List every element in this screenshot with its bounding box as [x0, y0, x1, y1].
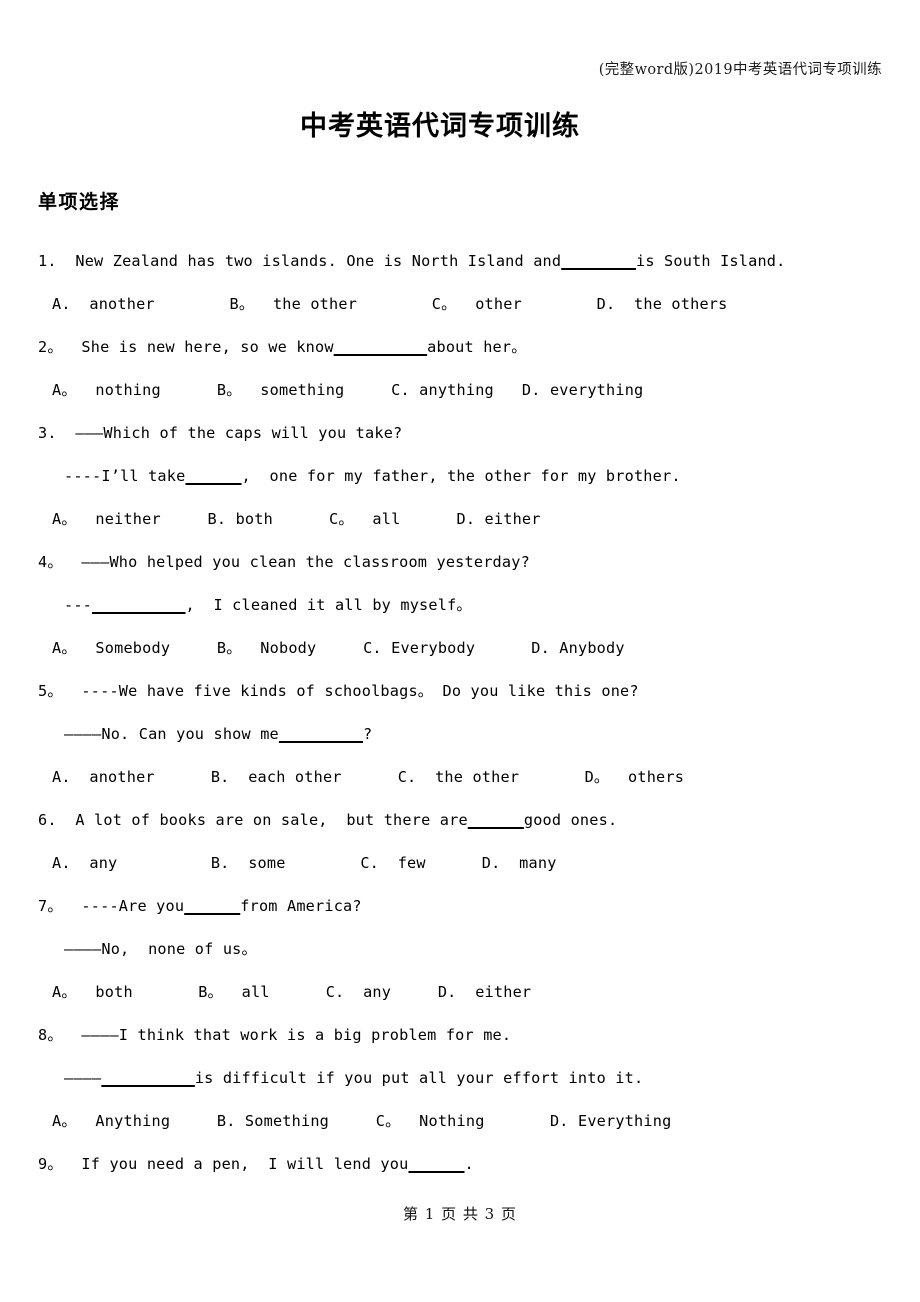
question-options[interactable]: A。 both B。 all C. any D. either	[38, 971, 882, 1014]
document-page: (完整word版)2019中考英语代词专项训练 中考英语代词专项训练 单项选择 …	[0, 0, 920, 1302]
question-stem-continuation: ---__________, I cleaned it all by mysel…	[38, 584, 882, 627]
continuation-text-before-blank: ---	[64, 596, 93, 614]
continuation-text-after-blank: is difficult if you put all your effort …	[194, 1069, 644, 1087]
answer-blank[interactable]: ______	[468, 811, 524, 829]
running-header: (完整word版)2019中考英语代词专项训练	[38, 0, 882, 90]
question-options[interactable]: A. any B. some C. few D. many	[38, 842, 882, 885]
stem-text-before-blank: 1. New Zealand has two islands. One is N…	[38, 252, 562, 270]
stem-text-after-blank: about her。	[427, 338, 527, 356]
question-stem: 8。 ————I think that work is a big proble…	[38, 1026, 512, 1044]
page-footer: 第 1 页 共 3 页	[0, 1203, 920, 1224]
question-item: 2。 She is new here, so we know__________…	[38, 326, 882, 412]
answer-blank[interactable]: __________	[92, 596, 185, 614]
continuation-text-after-blank: , I cleaned it all by myself。	[185, 596, 472, 614]
question-item: 1. New Zealand has two islands. One is N…	[38, 240, 882, 326]
question-item: 7。 ----Are you______from America? ————No…	[38, 885, 882, 1014]
answer-blank[interactable]: ______	[185, 467, 241, 485]
continuation-text-before-blank: ----I’ll take	[64, 467, 186, 485]
question-item: 9。 If you need a pen, I will lend you___…	[38, 1143, 882, 1186]
question-stem: 1. New Zealand has two islands. One is N…	[38, 240, 882, 283]
stem-text-before-blank: 7。 ----Are you	[38, 897, 185, 915]
question-stem-continuation: ————No. Can you show me_________?	[38, 713, 882, 756]
question-list: 1. New Zealand has two islands. One is N…	[38, 240, 882, 1186]
stem-text-after-blank: .	[464, 1155, 474, 1173]
question-options[interactable]: A。 Somebody B。 Nobody C. Everybody D. An…	[38, 627, 882, 670]
section-heading-multiple-choice: 单项选择	[38, 191, 121, 213]
question-stem: 4。 ———Who helped you clean the classroom…	[38, 553, 530, 571]
continuation-text-after-blank: , one for my father, the other for my br…	[241, 467, 681, 485]
answer-blank[interactable]: __________	[101, 1069, 194, 1087]
question-stem: 9。 If you need a pen, I will lend you___…	[38, 1143, 882, 1186]
continuation-text-before-blank: ————No. Can you show me	[64, 725, 279, 743]
question-item: 3. ———Which of the caps will you take? -…	[38, 412, 882, 541]
stem-text-after-blank: is South Island.	[636, 252, 786, 270]
question-stem: 6. A lot of books are on sale, but there…	[38, 799, 882, 842]
answer-blank[interactable]: ________	[561, 252, 636, 270]
stem-text-before-blank: 6. A lot of books are on sale, but there…	[38, 811, 468, 829]
answer-blank[interactable]: ______	[408, 1155, 464, 1173]
running-header-text: (完整word版)2019中考英语代词专项训练	[598, 62, 882, 78]
question-item: 5。 ----We have five kinds of schoolbags。…	[38, 670, 882, 799]
answer-blank[interactable]: __________	[334, 338, 427, 356]
stem-text-before-blank: 2。 She is new here, so we know	[38, 338, 334, 356]
question-options[interactable]: A. another B。 the other C。 other D. the …	[38, 283, 882, 326]
question-item: 6. A lot of books are on sale, but there…	[38, 799, 882, 885]
question-stem: 7。 ----Are you______from America?	[38, 885, 882, 928]
continuation-text-after-blank: ?	[363, 725, 373, 743]
continuation-text-before-blank: ————	[64, 1069, 102, 1087]
question-options[interactable]: A。 neither B. both C。 all D. either	[38, 498, 882, 541]
stem-text-before-blank: 9。 If you need a pen, I will lend you	[38, 1155, 409, 1173]
question-stem: 3. ———Which of the caps will you take?	[38, 424, 403, 442]
answer-blank[interactable]: _________	[279, 725, 363, 743]
question-options[interactable]: A。 Anything B. Something C。 Nothing D. E…	[38, 1100, 882, 1143]
answer-blank[interactable]: ______	[184, 897, 240, 915]
question-stem-continuation: ----I’ll take______, one for my father, …	[38, 455, 882, 498]
page-title: 中考英语代词专项训练	[300, 111, 580, 142]
question-stem: 2。 She is new here, so we know__________…	[38, 326, 882, 369]
question-item: 8。 ————I think that work is a big proble…	[38, 1014, 882, 1143]
question-stem: 5。 ----We have five kinds of schoolbags。…	[38, 682, 639, 700]
question-options[interactable]: A. another B. each other C. the other D。…	[38, 756, 882, 799]
question-stem-continuation: ————No, none of us。	[64, 940, 257, 958]
question-item: 4。 ———Who helped you clean the classroom…	[38, 541, 882, 670]
question-options[interactable]: A。 nothing B。 something C. anything D. e…	[38, 369, 882, 412]
question-stem-continuation: ————__________is difficult if you put al…	[38, 1057, 882, 1100]
page-number-label: 第 1 页 共 3 页	[403, 1205, 517, 1223]
stem-text-after-blank: from America?	[240, 897, 362, 915]
stem-text-after-blank: good ones.	[523, 811, 618, 829]
